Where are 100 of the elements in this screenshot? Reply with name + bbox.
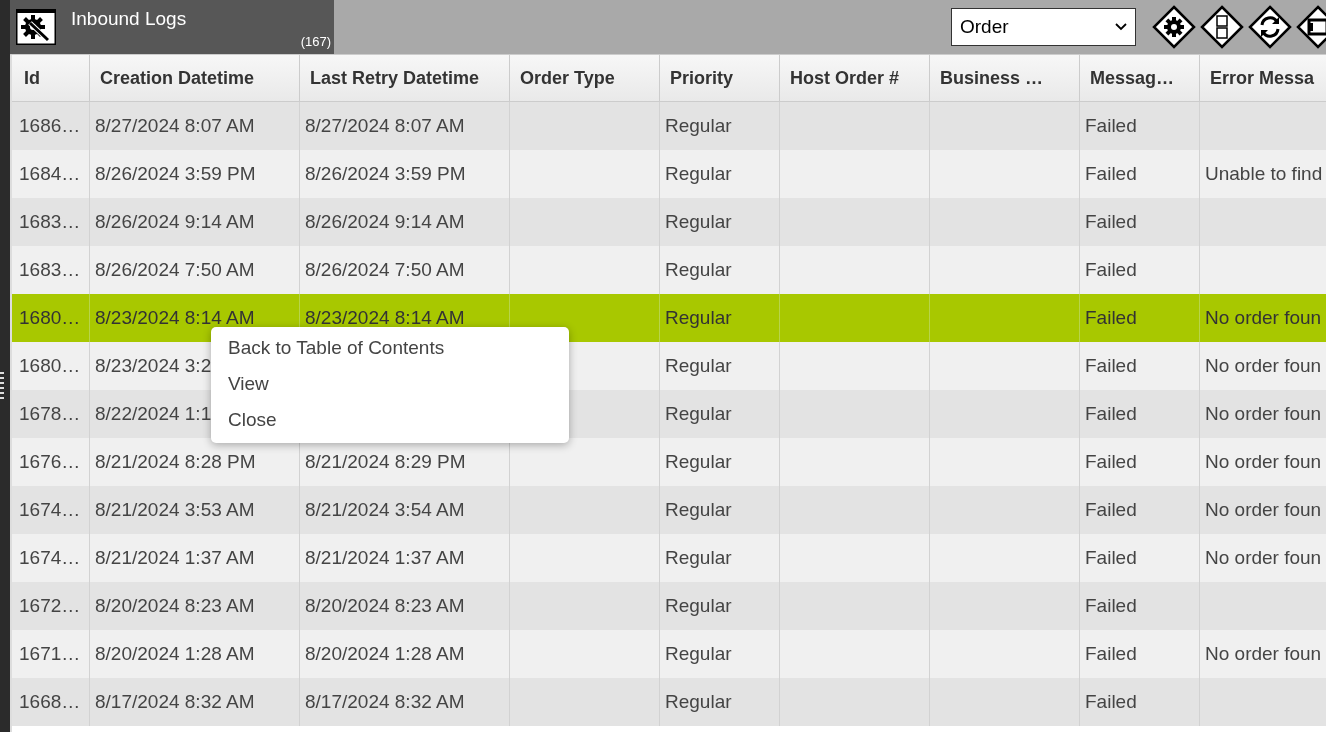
table-cell: 8/26/2024 9:14 AM — [95, 211, 255, 233]
table-cell: No order foun — [1205, 355, 1322, 377]
table-cell: 8/20/2024 1:28 AM — [95, 643, 255, 665]
chevron-down-icon — [1115, 23, 1127, 31]
column-header[interactable]: Host Order # — [780, 55, 930, 101]
table-row[interactable]: 1686… 8/27/2024 8:07 AM 8/27/2024 8:07 AM Regular Failed — [12, 102, 1326, 150]
table-cell: Failed — [1085, 547, 1137, 569]
table-cell: Regular — [665, 403, 732, 425]
table-cell: Failed — [1085, 115, 1137, 137]
table-row[interactable]: 1674… 8/21/2024 1:37 AM 8/21/2024 1:37 AM Regular Failed No order foun — [12, 534, 1326, 582]
column-header[interactable]: Order Type — [510, 55, 660, 101]
table-cell: 1674… — [19, 499, 81, 521]
menu-item[interactable]: Close — [211, 403, 569, 439]
table-cell: 1683… — [19, 259, 81, 281]
table-cell: 8/26/2024 3:59 PM — [305, 163, 466, 185]
table-cell: 1680… — [19, 307, 81, 329]
table-row[interactable]: 1671… 8/20/2024 1:28 AM 8/20/2024 1:28 AM Regular Failed No order foun — [12, 630, 1326, 678]
table-cell: Failed — [1085, 595, 1137, 617]
table-row[interactable]: 1680… 8/23/2024 8:14 AM 8/23/2024 8:14 AM Regular Failed No order foun — [12, 294, 1326, 342]
column-header[interactable]: Error Messa — [1200, 55, 1326, 101]
table-cell: 8/21/2024 1:37 AM — [305, 547, 465, 569]
table-cell: Failed — [1085, 643, 1137, 665]
table-cell: Failed — [1085, 451, 1137, 473]
column-header[interactable]: Business … — [930, 55, 1080, 101]
table-cell: 8/17/2024 8:32 AM — [95, 691, 255, 713]
table-cell: No order foun — [1205, 403, 1322, 425]
table-cell: 8/26/2024 3:59 PM — [95, 163, 256, 185]
table-cell: 1686… — [19, 115, 81, 137]
table-cell: 1672… — [19, 595, 81, 617]
table-row[interactable]: 1668… 8/17/2024 8:32 AM 8/17/2024 8:32 AM Regular Failed — [12, 678, 1326, 726]
column-header[interactable]: Priority — [660, 55, 780, 101]
column-header[interactable]: Creation Datetime — [90, 55, 300, 101]
table-cell: 8/22/2024 1:1 — [95, 403, 212, 425]
table-cell: Failed — [1085, 211, 1137, 233]
table-cell: Failed — [1085, 163, 1137, 185]
table-cell: 8/26/2024 7:50 AM — [95, 259, 255, 281]
table-cell: No order foun — [1205, 643, 1322, 665]
column-header[interactable]: Id — [12, 55, 90, 101]
table-cell: Regular — [665, 499, 732, 521]
refresh-icon[interactable] — [1248, 5, 1292, 49]
table-cell: 8/21/2024 8:29 PM — [305, 451, 466, 473]
table-cell: 8/21/2024 3:53 AM — [95, 499, 255, 521]
table-cell: 1668… — [19, 691, 81, 713]
table-cell: Failed — [1085, 307, 1137, 329]
table-cell: 8/27/2024 8:07 AM — [95, 115, 255, 137]
table-cell: Unable to find — [1205, 163, 1323, 185]
record-count: (167) — [300, 34, 331, 49]
layout-icon[interactable] — [1200, 5, 1244, 49]
table-cell: Failed — [1085, 691, 1137, 713]
table-cell: Regular — [665, 307, 732, 329]
table-row[interactable]: 1676… 8/21/2024 8:28 PM 8/21/2024 8:29 PM Regular Failed No order foun — [12, 438, 1326, 486]
table-cell: 1680… — [19, 355, 81, 377]
grip-handle[interactable] — [0, 372, 4, 400]
table-cell: 8/26/2024 7:50 AM — [305, 259, 465, 281]
table-cell: Regular — [665, 355, 732, 377]
table-cell: No order foun — [1205, 499, 1322, 521]
table-cell: 8/26/2024 9:14 AM — [305, 211, 465, 233]
table-cell: Regular — [665, 163, 732, 185]
table-row[interactable]: 1683… 8/26/2024 7:50 AM 8/26/2024 7:50 AM Regular Failed — [12, 246, 1326, 294]
table-cell: 1684… — [19, 163, 81, 185]
table-cell: 8/21/2024 1:37 AM — [95, 547, 255, 569]
table-row[interactable]: 1684… 8/26/2024 3:59 PM 8/26/2024 3:59 PM Regular Failed Unable to find — [12, 150, 1326, 198]
table-cell: Regular — [665, 211, 732, 233]
table-cell: Failed — [1085, 259, 1137, 281]
table-cell: 1671… — [19, 643, 81, 665]
table-cell: Failed — [1085, 499, 1137, 521]
table-cell: 8/17/2024 8:32 AM — [305, 691, 465, 713]
table-cell: 8/23/2024 3:2 — [95, 355, 212, 377]
table-cell: No order foun — [1205, 547, 1322, 569]
table-cell: Failed — [1085, 403, 1137, 425]
table-cell: Regular — [665, 259, 732, 281]
table-cell: Regular — [665, 115, 732, 137]
table-cell: 1683… — [19, 211, 81, 233]
table-cell: 8/20/2024 1:28 AM — [305, 643, 465, 665]
table-cell: No order foun — [1205, 307, 1322, 329]
table-cell: 1678… — [19, 403, 81, 425]
table-cell: Regular — [665, 691, 732, 713]
table-cell: 8/20/2024 8:23 AM — [305, 595, 465, 617]
panel-title: Inbound Logs — [71, 8, 187, 30]
table-cell: No order foun — [1205, 451, 1322, 473]
table-row[interactable]: 1674… 8/21/2024 3:53 AM 8/21/2024 3:54 AM Regular Failed No order foun — [12, 486, 1326, 534]
table-cell: 8/23/2024 8:14 AM — [95, 307, 255, 329]
settings-icon[interactable] — [1152, 5, 1196, 49]
table-cell: Regular — [665, 547, 732, 569]
table-cell: Regular — [665, 643, 732, 665]
table-cell: Regular — [665, 595, 732, 617]
table-cell: 1676… — [19, 451, 81, 473]
table-cell: 8/23/2024 8:14 AM — [305, 307, 465, 329]
column-header[interactable]: Last Retry Datetime — [300, 55, 510, 101]
column-header[interactable]: Messag… — [1080, 55, 1200, 101]
table-cell: Failed — [1085, 355, 1137, 377]
table-cell: 1674… — [19, 547, 81, 569]
table-row[interactable]: 1672… 8/20/2024 8:23 AM 8/20/2024 8:23 AM Regular Failed — [12, 582, 1326, 630]
gear-wrench-icon — [16, 9, 56, 45]
table-cell: 8/20/2024 8:23 AM — [95, 595, 255, 617]
table-cell: 8/21/2024 8:28 PM — [95, 451, 256, 473]
table-cell: 8/27/2024 8:07 AM — [305, 115, 465, 137]
table-cell: Regular — [665, 451, 732, 473]
order-select[interactable]: Order — [951, 8, 1136, 46]
table-row[interactable]: 1683… 8/26/2024 9:14 AM 8/26/2024 9:14 AM Regular Failed — [12, 198, 1326, 246]
